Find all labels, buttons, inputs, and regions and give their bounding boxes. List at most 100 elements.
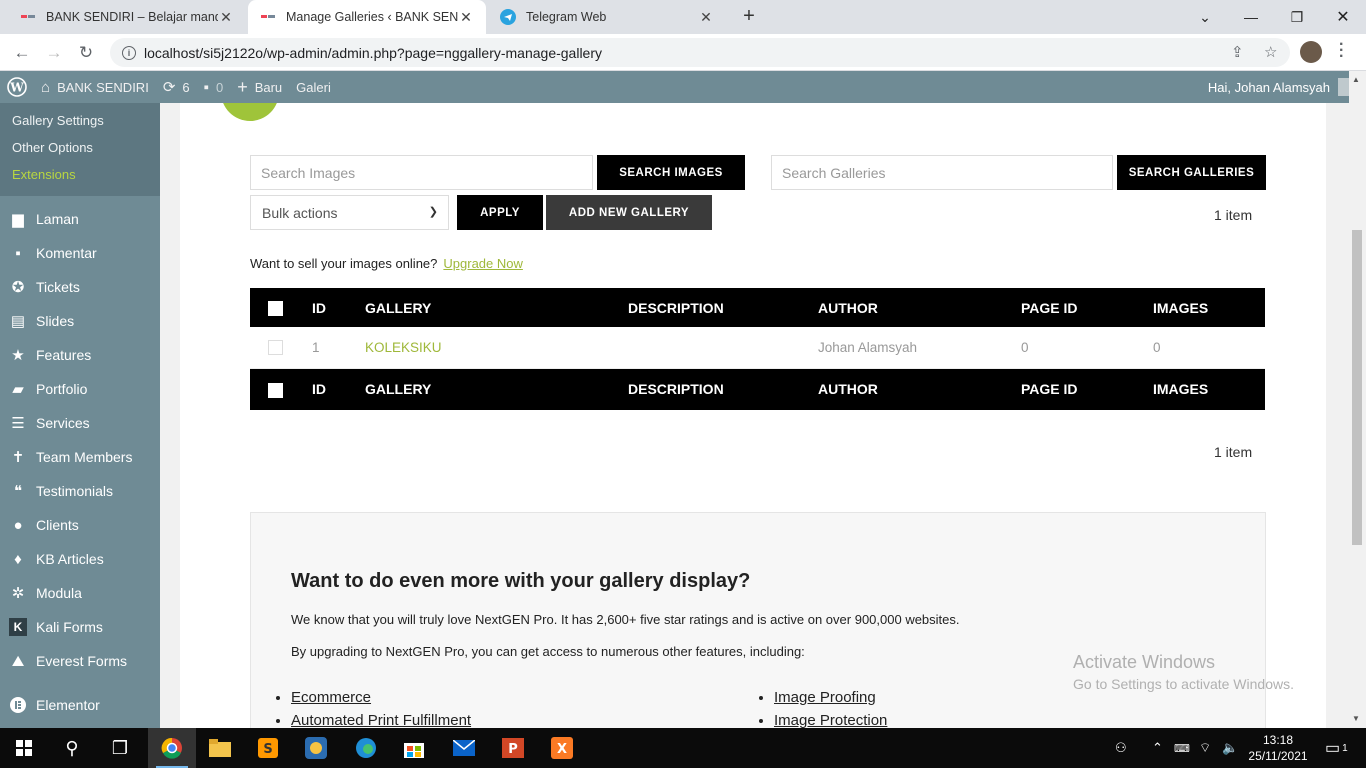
tab-title: Manage Galleries ‹ BANK SENDIRI	[286, 10, 458, 24]
galleries-table: ID GALLERY DESCRIPTION AUTHOR PAGE ID IM…	[250, 288, 1265, 410]
sidebar-item-team-members[interactable]: ✝ Team Members	[0, 440, 160, 474]
comment-icon: ▪	[15, 244, 21, 262]
restore-button[interactable]: ❐	[1274, 0, 1320, 34]
column-footer-author[interactable]: AUTHOR	[818, 368, 1021, 410]
people-icon[interactable]: ⚇	[1115, 728, 1127, 768]
column-header-page-id[interactable]: PAGE ID	[1021, 288, 1153, 327]
task-view-icon[interactable]: ❐	[96, 728, 144, 768]
submenu-other-options[interactable]: Other Options	[0, 134, 160, 161]
back-button[interactable]: ←	[9, 40, 35, 66]
bookmark-star-icon[interactable]: ☆	[1264, 43, 1277, 61]
gallery-submenu: Gallery Settings Other Options Extension…	[0, 103, 160, 196]
reload-button[interactable]: ↻	[73, 40, 99, 66]
tab-manage-galleries[interactable]: Manage Galleries ‹ BANK SENDIRI ✕	[248, 0, 486, 34]
column-header-images[interactable]: IMAGES	[1153, 288, 1265, 327]
column-header-id[interactable]: ID	[312, 288, 365, 327]
site-name-link[interactable]: ⌂ BANK SENDIRI	[34, 71, 156, 103]
site-favicon-icon	[260, 9, 276, 25]
submenu-gallery-settings[interactable]: Gallery Settings	[0, 107, 160, 134]
close-window-button[interactable]: ✕	[1320, 0, 1366, 34]
tab-telegram[interactable]: Telegram Web ✕	[488, 0, 726, 34]
sidebar-item-services[interactable]: ☰ Services	[0, 406, 160, 440]
account-menu[interactable]: Hai, Johan Alamsyah	[1208, 71, 1356, 103]
column-header-author[interactable]: AUTHOR	[818, 288, 1021, 327]
select-all-checkbox-bottom[interactable]	[250, 368, 312, 410]
submenu-extensions[interactable]: Extensions	[0, 161, 160, 188]
tab-title: BANK SENDIRI – Belajar mandiri	[46, 10, 218, 24]
scroll-up-icon[interactable]: ▲	[1352, 75, 1360, 84]
wordpress-logo-icon[interactable]: W	[0, 71, 34, 103]
new-tab-button[interactable]: +	[738, 5, 760, 27]
new-content-link[interactable]: + Baru	[230, 71, 289, 103]
tab-bank-sendiri[interactable]: BANK SENDIRI – Belajar mandiri ✕	[8, 0, 246, 34]
scroll-down-icon[interactable]: ▼	[1352, 714, 1360, 723]
sidebar-item-clients[interactable]: ● Clients	[0, 508, 160, 542]
search-icon[interactable]: ⚲	[48, 728, 96, 768]
site-info-icon[interactable]: i	[122, 45, 136, 60]
sidebar-item-testimonials[interactable]: ❝ Testimonials	[0, 474, 160, 508]
search-images-input[interactable]: Search Images	[250, 155, 593, 190]
upgrade-now-link[interactable]: Upgrade Now	[443, 256, 523, 271]
column-footer-id[interactable]: ID	[312, 368, 365, 410]
sidebar-item-komentar[interactable]: ▪ Komentar	[0, 236, 160, 270]
minimize-button[interactable]: —	[1228, 0, 1274, 34]
file-explorer-icon[interactable]	[196, 728, 244, 768]
sidebar-item-slides[interactable]: ▤ Slides	[0, 304, 160, 338]
store-icon[interactable]	[390, 728, 438, 768]
column-footer-images[interactable]: IMAGES	[1153, 368, 1265, 410]
edge-icon[interactable]	[342, 728, 390, 768]
network-icon[interactable]: ⌔	[1199, 728, 1211, 768]
column-header-gallery[interactable]: GALLERY	[365, 288, 628, 327]
powerpoint-icon[interactable]: P	[489, 728, 537, 768]
browser-menu-icon[interactable]: · · ·	[1339, 37, 1344, 65]
sidebar-item-elementor[interactable]: Elementor	[0, 688, 160, 722]
game-app-icon[interactable]	[292, 728, 340, 768]
notifications-icon[interactable]: ▭ 1	[1325, 728, 1348, 768]
feature-link-ecommerce[interactable]: Ecommerce	[291, 689, 371, 706]
sidebar-item-tickets[interactable]: ✪ Tickets	[0, 270, 160, 304]
bulk-actions-select[interactable]: Bulk actions ❯	[250, 195, 449, 230]
search-images-button[interactable]: SEARCH IMAGES	[597, 155, 745, 190]
gallery-description	[628, 327, 818, 369]
forward-button[interactable]: →	[41, 40, 67, 66]
sidebar-item-portfolio[interactable]: ▰ Portfolio	[0, 372, 160, 406]
close-tab-icon[interactable]: ✕	[458, 9, 474, 26]
row-checkbox[interactable]	[250, 327, 312, 369]
feature-link-image-proofing[interactable]: Image Proofing	[774, 689, 876, 706]
xampp-icon[interactable]: X	[538, 728, 586, 768]
feature-link-print-fulfillment[interactable]: Automated Print Fulfillment	[291, 712, 471, 728]
select-all-checkbox[interactable]	[250, 288, 312, 327]
keyboard-layout-icon[interactable]: ⌨	[1174, 728, 1190, 768]
apply-button[interactable]: APPLY	[457, 195, 543, 230]
profile-avatar[interactable]	[1300, 41, 1322, 63]
add-new-gallery-button[interactable]: ADD NEW GALLERY	[546, 195, 712, 230]
close-tab-icon[interactable]: ✕	[698, 9, 714, 26]
gallery-link[interactable]: Galeri	[289, 71, 338, 103]
gallery-name-link[interactable]: KOLEKSIKU	[365, 340, 442, 355]
sublime-text-icon[interactable]: S	[244, 728, 292, 768]
sidebar-item-everest-forms[interactable]: ⛰ Everest Forms	[0, 644, 160, 678]
search-galleries-input[interactable]: Search Galleries	[771, 155, 1113, 190]
updates-link[interactable]: ⟳ 6	[156, 71, 197, 103]
show-hidden-icons[interactable]: ⌃	[1152, 728, 1163, 768]
feature-link-image-protection[interactable]: Image Protection	[774, 712, 887, 728]
windows-start-icon[interactable]	[0, 728, 48, 768]
volume-icon[interactable]: 🔈	[1222, 728, 1238, 768]
scrollbar-thumb[interactable]	[1352, 230, 1362, 545]
close-tab-icon[interactable]: ✕	[218, 9, 234, 26]
sidebar-item-modula[interactable]: ✲ Modula	[0, 576, 160, 610]
share-icon[interactable]: ⇪	[1231, 43, 1244, 61]
system-clock[interactable]: 13:18 25/11/2021	[1248, 732, 1308, 764]
sidebar-item-kb-articles[interactable]: ♦ KB Articles	[0, 542, 160, 576]
chrome-icon[interactable]	[148, 728, 196, 768]
sidebar-item-features[interactable]: ★ Features	[0, 338, 160, 372]
sidebar-item-laman[interactable]: ▆ Laman	[0, 202, 160, 236]
column-footer-page-id[interactable]: PAGE ID	[1021, 368, 1153, 410]
address-bar[interactable]: i localhost/si5j2122o/wp-admin/admin.php…	[110, 38, 1290, 67]
sidebar-item-kali-forms[interactable]: K Kali Forms	[0, 610, 160, 644]
tab-search-icon[interactable]: ⌄	[1182, 0, 1228, 34]
search-galleries-button[interactable]: SEARCH GALLERIES	[1117, 155, 1266, 190]
mail-icon[interactable]	[440, 728, 488, 768]
column-footer-gallery[interactable]: GALLERY	[365, 368, 628, 410]
comments-link[interactable]: ▪ 0	[197, 71, 231, 103]
